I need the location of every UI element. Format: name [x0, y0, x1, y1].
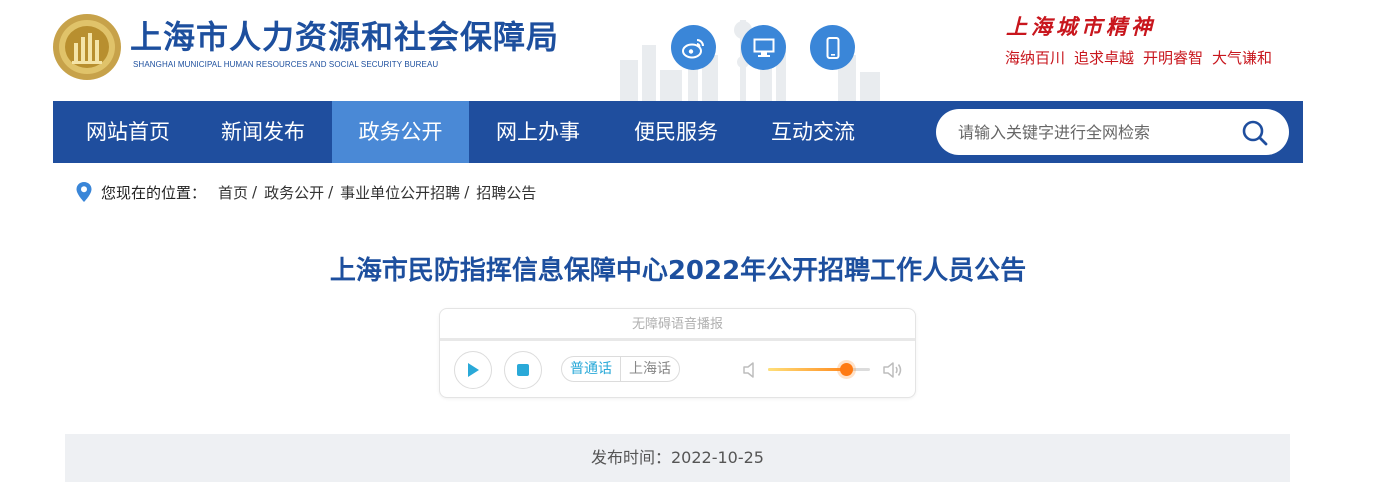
volume-slider[interactable]	[768, 363, 870, 376]
location-pin-icon	[76, 182, 92, 202]
spirit-phrase: 追求卓越	[1074, 49, 1135, 67]
publish-date: 发布时间：2022-10-25	[65, 434, 1290, 482]
city-spirit-title: 上海城市精神	[1006, 14, 1156, 39]
stop-icon	[517, 364, 529, 376]
volume-slider-fill	[768, 368, 846, 371]
spirit-phrase: 大气谦和	[1212, 49, 1273, 67]
nav-item-news[interactable]: 新闻发布	[198, 101, 328, 163]
nav-item-government-affairs[interactable]: 政务公开	[332, 101, 469, 163]
nav-item-online-services[interactable]: 网上办事	[473, 101, 603, 163]
article-title: 上海市民防指挥信息保障中心2022年公开招聘工作人员公告	[329, 256, 1027, 286]
breadcrumb-separator: /	[328, 183, 334, 201]
breadcrumb-separator: /	[464, 183, 470, 201]
play-icon	[468, 363, 479, 377]
site-title: 上海市人力资源和社会保障局	[130, 18, 560, 56]
volume-low-icon[interactable]	[740, 359, 762, 381]
mobile-icon[interactable]	[810, 25, 855, 70]
language-toggle: 普通话 上海话	[561, 356, 680, 382]
spirit-phrase: 开明睿智	[1143, 49, 1204, 67]
bureau-emblem-icon	[53, 14, 121, 80]
breadcrumb-item-recruitment-notice[interactable]: 招聘公告	[476, 182, 536, 203]
player-header: 无障碍语音播报	[440, 309, 915, 341]
lang-option-shanghainese[interactable]: 上海话	[620, 357, 679, 381]
weibo-icon[interactable]	[671, 25, 716, 70]
volume-high-icon[interactable]	[882, 359, 904, 381]
site-header: 上海市人力资源和社会保障局 SHANGHAI MUNICIPAL HUMAN R…	[0, 0, 1386, 101]
nav-item-interaction[interactable]: 互动交流	[748, 101, 878, 163]
volume-slider-handle[interactable]	[839, 363, 853, 376]
breadcrumb-item-home[interactable]: 首页	[218, 182, 248, 203]
stop-button[interactable]	[504, 351, 542, 389]
breadcrumb-prefix: 您现在的位置：	[101, 183, 207, 202]
breadcrumb-separator: /	[252, 183, 258, 201]
search-box	[936, 109, 1289, 155]
site-subtitle: SHANGHAI MUNICIPAL HUMAN RESOURCES AND S…	[133, 60, 439, 69]
search-icon[interactable]	[1241, 119, 1269, 147]
audio-player: 无障碍语音播报 普通话 上海话	[439, 308, 916, 398]
breadcrumb-item-public-recruitment[interactable]: 事业单位公开招聘	[340, 182, 460, 203]
nav-item-convenience-services[interactable]: 便民服务	[611, 101, 741, 163]
city-spirit-phrases: 海纳百川 追求卓越 开明睿智 大气谦和	[1005, 47, 1281, 68]
desktop-icon[interactable]	[741, 25, 786, 70]
spirit-phrase: 海纳百川	[1005, 49, 1066, 67]
search-input[interactable]	[958, 109, 1238, 155]
play-button[interactable]	[454, 351, 492, 389]
main-nav: 网站首页 新闻发布 政务公开 网上办事 便民服务 互动交流	[53, 101, 1303, 163]
lang-option-mandarin[interactable]: 普通话	[562, 357, 620, 381]
nav-item-home[interactable]: 网站首页	[63, 101, 193, 163]
breadcrumb-item-government-affairs[interactable]: 政务公开	[264, 182, 324, 203]
breadcrumb: 您现在的位置： 首页 / 政务公开 / 事业单位公开招聘 / 招聘公告	[75, 180, 536, 204]
